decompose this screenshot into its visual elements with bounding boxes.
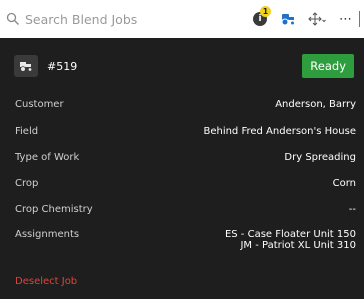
- tractor-icon: [281, 14, 295, 26]
- move-icon: [308, 12, 326, 26]
- customer-value: Anderson, Barry: [275, 98, 356, 110]
- type-of-work-row: Type of Work Dry Spreading: [15, 149, 356, 165]
- crop-chemistry-label: Crop Chemistry: [15, 203, 93, 215]
- info-button[interactable]: i 1: [247, 0, 273, 38]
- search-icon: [6, 12, 19, 25]
- crop-row: Crop Corn: [15, 175, 356, 191]
- job-type-icon: [14, 55, 38, 77]
- type-of-work-value: Dry Spreading: [284, 151, 356, 163]
- type-of-work-label: Type of Work: [15, 151, 80, 163]
- crop-chemistry-row: Crop Chemistry --: [15, 201, 356, 217]
- field-value: Behind Fred Anderson's House: [203, 125, 356, 137]
- field-label: Field: [15, 125, 39, 137]
- customer-row: Customer Anderson, Barry: [15, 96, 356, 112]
- more-icon: ⋯: [339, 11, 353, 27]
- deselect-job-button[interactable]: Deselect Job: [15, 276, 77, 287]
- field-row: Field Behind Fred Anderson's House: [15, 123, 356, 139]
- customer-label: Customer: [15, 98, 64, 110]
- move-button[interactable]: [305, 0, 329, 38]
- job-header: #519 Ready: [14, 54, 356, 78]
- crop-label: Crop: [15, 177, 39, 189]
- more-button[interactable]: ⋯: [335, 0, 357, 38]
- assignment-item: ES - Case Floater Unit 150: [224, 228, 356, 240]
- notification-badge: 1: [260, 6, 271, 17]
- job-number: #519: [47, 59, 78, 73]
- top-toolbar: i 1 ⋯: [0, 0, 364, 38]
- spreader-icon: [20, 62, 33, 72]
- tractor-button[interactable]: [277, 0, 299, 38]
- status-badge[interactable]: Ready: [302, 54, 354, 78]
- toolbar-actions: i 1 ⋯: [247, 0, 364, 38]
- crop-value: Corn: [332, 177, 356, 189]
- search-bar: [0, 0, 225, 38]
- search-input[interactable]: [25, 11, 225, 27]
- assignment-item: JM - Patriot XL Unit 310: [240, 240, 356, 251]
- assignments-label: Assignments: [15, 228, 80, 240]
- crop-chemistry-value: --: [348, 203, 356, 215]
- toolbar-divider: [359, 11, 360, 27]
